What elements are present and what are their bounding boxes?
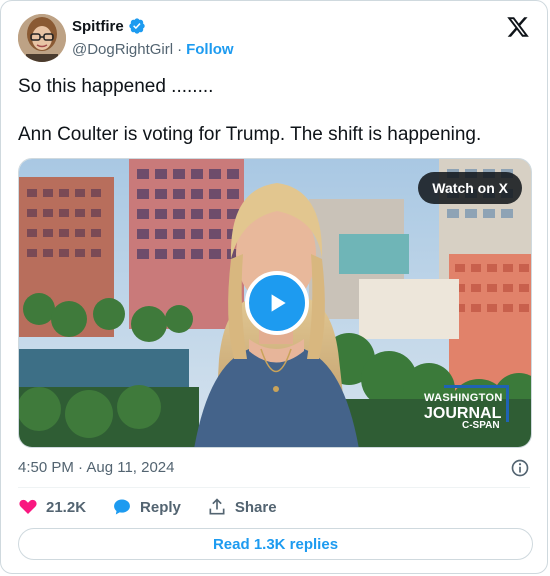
tweet-timestamp[interactable]: 4:50 PM · Aug 11, 2024 <box>18 459 175 476</box>
heart-icon <box>19 499 37 514</box>
video-player[interactable]: Watch on X WASHINGTON JOURNAL C-SPAN <box>18 158 532 448</box>
action-bar: 21.2K Reply Share <box>18 497 303 517</box>
share-icon <box>209 498 225 515</box>
divider <box>18 487 530 488</box>
x-logo-icon[interactable] <box>506 15 530 39</box>
logo-line3: C-SPAN <box>462 420 500 431</box>
author-name-row: Spitfire <box>72 17 146 35</box>
reply-button[interactable]: Reply <box>112 497 181 517</box>
like-button[interactable]: 21.2K <box>18 497 86 517</box>
washington-journal-logo: WASHINGTON JOURNAL C-SPAN <box>424 385 519 433</box>
separator-dot: · <box>177 41 183 58</box>
reply-label: Reply <box>140 498 181 516</box>
tweet-card: Spitfire @DogRightGirl · Follow So this … <box>0 0 548 574</box>
verified-badge-icon <box>129 18 145 34</box>
author-display-name[interactable]: Spitfire <box>72 18 124 35</box>
avatar[interactable] <box>18 14 66 62</box>
tweet-text: So this happened ........ Ann Coulter is… <box>18 76 482 145</box>
like-count: 21.2K <box>46 498 87 516</box>
follow-button[interactable]: Follow <box>186 41 234 58</box>
share-button[interactable]: Share <box>207 497 277 517</box>
author-handle-row: @DogRightGirl · Follow <box>72 41 234 58</box>
reply-bubble-icon <box>114 499 130 515</box>
play-button[interactable] <box>245 271 309 335</box>
read-replies-button[interactable]: Read 1.3K replies <box>18 528 533 560</box>
watch-on-x-button[interactable]: Watch on X <box>418 172 522 204</box>
logo-line1: WASHINGTON <box>424 392 503 404</box>
author-handle[interactable]: @DogRightGirl <box>72 41 173 58</box>
share-label: Share <box>234 498 277 516</box>
play-icon <box>271 294 286 312</box>
info-icon[interactable] <box>510 458 530 478</box>
